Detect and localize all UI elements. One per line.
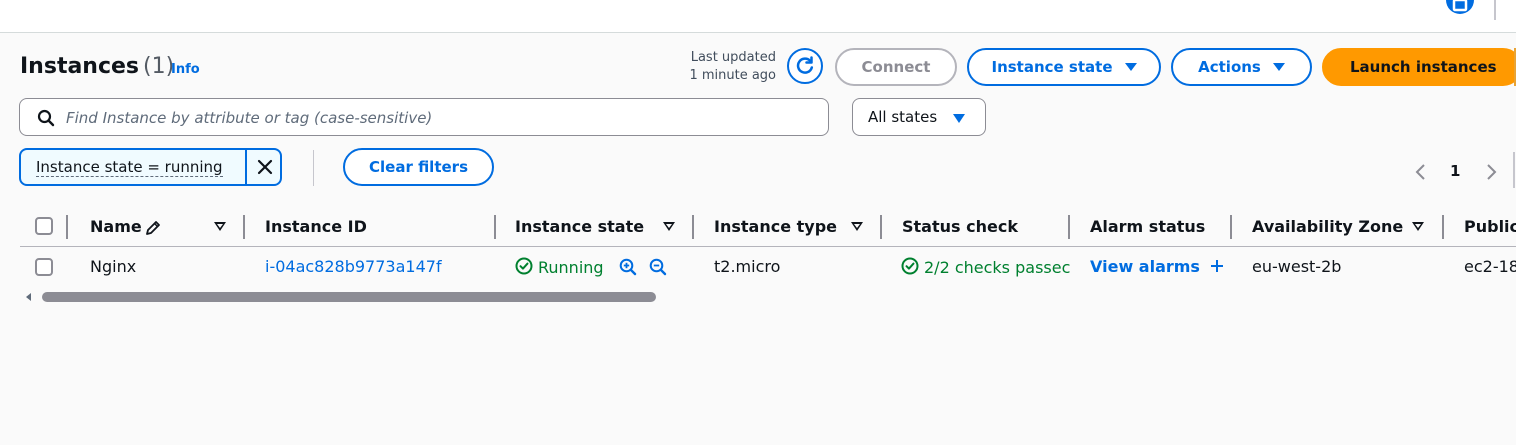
chevron-left-icon [1415,164,1425,180]
header-divider [20,246,1516,247]
page-title-text: Instances [20,54,140,79]
sort-icon[interactable] [851,222,863,231]
state-filter-select[interactable]: All states [852,98,986,136]
column-header-instance-id[interactable]: Instance ID [265,217,367,236]
actions-label: Actions [1198,58,1261,76]
column-header-instance-id-label: Instance ID [265,217,367,236]
page-title: Instances (1) [20,54,174,79]
scroll-left-arrow[interactable] [26,293,31,301]
column-header-instance-type[interactable]: Instance type [714,217,837,236]
connect-button[interactable]: Connect [835,48,957,86]
caret-down-icon [1124,63,1137,71]
plus-icon [1210,260,1223,272]
actions-button[interactable]: Actions [1171,48,1312,86]
column-divider [494,215,496,239]
cell-availability-zone: eu-west-2b [1252,257,1342,276]
column-header-instance-type-label: Instance type [714,217,837,236]
launch-label: Launch instances [1350,58,1497,76]
last-updated-label: Last updated [690,50,776,65]
instance-state-label: Instance state [991,58,1113,76]
column-header-alarm-status-label: Alarm status [1090,217,1206,236]
top-divider [1494,0,1496,20]
column-header-public-label: Public [1464,217,1516,236]
row-checkbox[interactable] [35,258,53,276]
caret-down-icon [1272,63,1285,71]
column-header-name[interactable]: Name [90,217,142,236]
main-panel [0,33,1516,445]
sort-icon[interactable] [1412,222,1424,231]
instance-id-link[interactable]: i-04ac828b9773a147f [265,257,442,276]
instance-count: (1) [143,54,175,79]
column-header-status-check-label: Status check [902,217,1018,236]
column-divider [243,215,245,239]
cell-instance-type: t2.micro [714,257,781,276]
column-divider [1230,215,1232,239]
previous-page-button[interactable] [1414,162,1428,182]
last-updated-time: 1 minute ago [689,68,776,83]
column-divider [1068,215,1070,239]
filter-token-label[interactable]: Instance state = running [36,158,223,177]
refresh-icon [796,56,814,74]
close-icon [257,159,273,175]
column-header-public[interactable]: Public [1464,217,1516,236]
last-updated: Last updated 1 minute ago [650,49,776,85]
search-input[interactable] [64,107,808,129]
sort-icon[interactable] [663,222,675,231]
top-bar [0,0,1516,33]
cell-instance-state: Running [515,257,604,277]
clear-filters-label: Clear filters [369,158,468,176]
chevron-right-icon [1487,164,1497,180]
column-header-alarm-status[interactable]: Alarm status [1090,217,1205,236]
column-divider [692,215,694,239]
info-link[interactable]: Info [171,62,200,77]
pencil-icon[interactable] [144,219,162,237]
filter-divider [313,150,314,186]
column-divider [66,215,68,239]
search-icon [37,109,55,127]
zoom-in-icon[interactable] [619,258,637,276]
instance-state-text: Running [538,258,604,277]
search-field[interactable] [19,98,829,136]
column-header-availability-zone[interactable]: Availability Zone [1252,217,1403,236]
check-circle-icon [515,257,533,275]
window-icon[interactable] [1444,0,1476,16]
refresh-button[interactable] [787,48,823,84]
column-header-status-check[interactable]: Status check [902,217,1018,236]
column-header-availability-zone-label: Availability Zone [1252,217,1404,236]
caret-down-icon [953,114,965,123]
check-circle-icon [901,257,919,275]
horizontal-scrollbar[interactable] [42,292,656,302]
select-all-checkbox[interactable] [35,217,53,235]
column-header-instance-state[interactable]: Instance state [515,217,644,236]
view-alarms-link[interactable]: View alarms [1090,257,1224,276]
column-header-instance-state-label: Instance state [515,217,645,236]
instance-state-button[interactable]: Instance state [967,48,1161,86]
state-filter-value: All states [868,108,938,126]
column-divider [880,215,882,239]
view-alarms-label: View alarms [1090,257,1200,276]
sort-icon[interactable] [214,222,226,231]
filter-token[interactable]: Instance state = running [19,148,282,186]
column-divider [1442,215,1444,239]
pagination-divider [1513,152,1515,188]
clear-filters-button[interactable]: Clear filters [343,148,494,186]
cell-name: Nginx [90,257,137,276]
column-header-name-label: Name [90,217,142,236]
status-check-text: 2/2 checks passec [924,258,1071,277]
remove-filter-button[interactable] [247,150,282,184]
launch-instances-button[interactable]: Launch instances [1322,48,1516,86]
next-page-button[interactable] [1484,162,1498,182]
cell-public-dns: ec2-18 [1464,257,1516,276]
page-number[interactable]: 1 [1450,162,1460,180]
zoom-out-icon[interactable] [649,258,667,276]
cell-status-check: 2/2 checks passec [901,257,1071,277]
connect-label: Connect [861,58,931,76]
